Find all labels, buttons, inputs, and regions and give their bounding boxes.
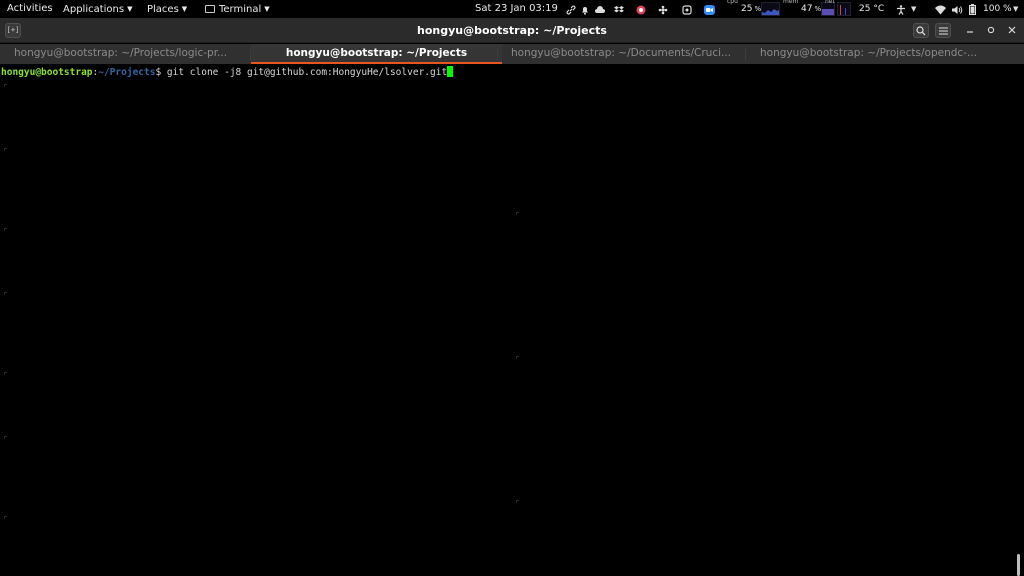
dither-speck <box>4 372 6 374</box>
link-icon[interactable] <box>566 4 576 15</box>
text-cursor <box>447 66 454 77</box>
tab-logic-projects[interactable]: hongyu@bootstrap: ~/Projects/logic-pr... <box>0 44 251 64</box>
close-icon <box>1008 26 1016 34</box>
command-text: git clone -j8 git@github.com:HongyuHe/ls… <box>161 67 448 78</box>
window-headerbar: [+] hongyu@bootstrap: ~/Projects <box>0 18 1024 43</box>
search-icon <box>916 26 926 36</box>
cpu-label: cpu <box>727 0 738 5</box>
battery-icon[interactable] <box>969 4 979 15</box>
dither-speck <box>516 212 518 214</box>
net-label: net <box>825 0 835 5</box>
dither-speck <box>516 500 518 502</box>
terminal-area[interactable]: hongyu@bootstrap:~/Projects$ git clone -… <box>0 64 1024 576</box>
dither-speck <box>4 84 6 86</box>
temperature[interactable]: 25 °C <box>859 0 884 18</box>
prompt-line: hongyu@bootstrap:~/Projects$ git clone -… <box>1 66 454 79</box>
app-icon[interactable] <box>682 4 692 15</box>
battery-percent[interactable]: 100 % <box>983 0 1012 18</box>
cpu-graph[interactable] <box>761 2 780 16</box>
tab-projects[interactable]: hongyu@bootstrap: ~/Projects <box>251 44 502 64</box>
menu-button[interactable] <box>935 23 951 38</box>
mem-value[interactable]: 47% <box>801 0 821 18</box>
cloud-icon[interactable] <box>594 4 605 14</box>
terminal-label: Terminal <box>219 4 262 15</box>
prompt-path: ~/Projects <box>98 67 156 78</box>
mem-label: mem <box>783 0 799 5</box>
top-bar: Activities Applications ▼ Places ▼ Termina… <box>0 0 1024 18</box>
activities-button[interactable]: Activities <box>7 0 53 18</box>
terminal-app-menu[interactable]: Terminal ▼ <box>205 0 270 18</box>
volume-icon[interactable] <box>952 4 963 14</box>
dither-speck <box>4 292 6 294</box>
cpu-percent: 25 <box>741 4 753 14</box>
flower-icon[interactable] <box>658 4 668 15</box>
zoom-icon[interactable] <box>704 4 715 15</box>
applications-menu[interactable]: Applications ▼ <box>63 0 132 18</box>
tab-bar: hongyu@bootstrap: ~/Projects/logic-pr...… <box>0 44 1024 64</box>
places-menu[interactable]: Places ▼ <box>147 0 187 18</box>
chevron-down-icon: ▼ <box>127 5 133 13</box>
chevron-down-icon[interactable]: ▼ <box>911 4 921 14</box>
accessibility-icon[interactable] <box>896 4 906 15</box>
chevron-down-icon: ▼ <box>264 5 270 13</box>
app-red-icon[interactable] <box>636 4 646 15</box>
maximize-button[interactable] <box>983 23 999 38</box>
minimize-icon <box>967 31 973 33</box>
mem-percent: 47 <box>801 4 813 14</box>
bell-icon[interactable] <box>580 4 590 15</box>
places-label: Places <box>147 4 179 15</box>
dither-speck <box>4 516 6 518</box>
dither-speck <box>4 436 6 438</box>
chevron-down-icon: ▼ <box>181 5 188 13</box>
restore-icon <box>987 26 995 34</box>
applications-label: Applications <box>63 4 125 15</box>
window-title: hongyu@bootstrap: ~/Projects <box>417 24 607 37</box>
net-graph[interactable] <box>837 2 851 16</box>
terminal-scrollbar[interactable] <box>1017 554 1020 576</box>
dither-speck <box>4 228 6 230</box>
wifi-icon[interactable] <box>935 4 946 15</box>
close-button[interactable] <box>1004 23 1020 38</box>
power-menu-chevron-icon[interactable]: ▼ <box>1013 4 1023 14</box>
hamburger-menu-icon <box>938 27 948 35</box>
dither-speck <box>516 356 518 358</box>
cpu-value[interactable]: 25% <box>741 0 761 18</box>
terminal-icon <box>205 5 215 13</box>
search-button[interactable] <box>913 23 929 38</box>
prompt-user-host: hongyu@bootstrap <box>1 67 93 78</box>
minimize-button[interactable] <box>962 23 978 38</box>
dropbox-icon[interactable] <box>614 4 624 14</box>
clock[interactable]: Sat 23 Jan 03:19 <box>475 0 558 18</box>
tab-documents[interactable]: hongyu@bootstrap: ~/Documents/Cruci... <box>497 44 748 64</box>
dither-speck <box>4 148 6 150</box>
tab-opendc[interactable]: hongyu@bootstrap: ~/Projects/opendc-... <box>746 44 997 64</box>
